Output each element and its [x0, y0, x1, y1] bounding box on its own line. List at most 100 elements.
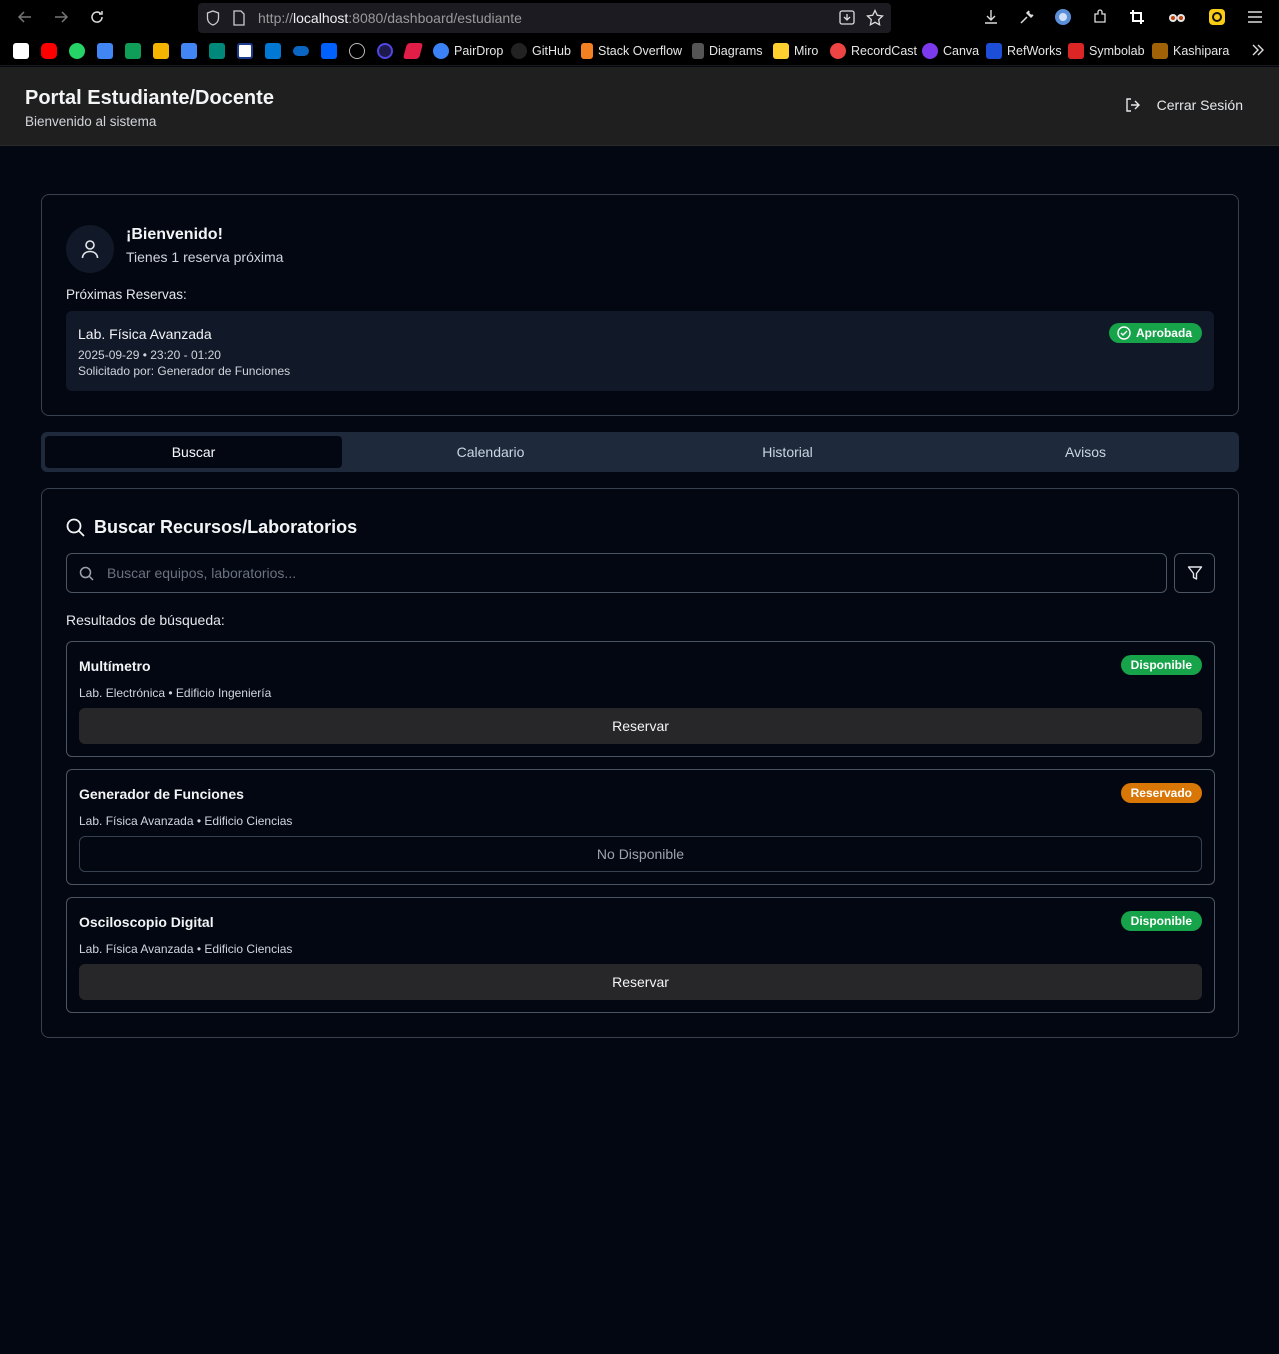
- result-item: Multímetro Lab. Electrónica • Edificio I…: [66, 641, 1215, 757]
- bookmark-miro[interactable]: Miro: [773, 43, 818, 59]
- search-input-icon: [79, 566, 94, 581]
- sheets-icon[interactable]: [125, 43, 141, 59]
- tab-bar: Buscar Calendario Historial Avisos: [41, 432, 1239, 472]
- app-header: Portal Estudiante/Docente Bienvenido al …: [0, 67, 1279, 146]
- filter-button[interactable]: [1174, 553, 1215, 593]
- reservation-item: Lab. Física Avanzada 2025-09-29 • 23:20 …: [66, 311, 1214, 391]
- tab-calendario[interactable]: Calendario: [342, 436, 639, 468]
- tab-buscar[interactable]: Buscar: [45, 436, 342, 468]
- reserve-button[interactable]: Reservar: [79, 964, 1202, 1000]
- result-location: Lab. Física Avanzada • Edificio Ciencias: [79, 942, 293, 956]
- recordcast-icon: [830, 43, 846, 59]
- search-card: Buscar Recursos/Laboratorios Resultados …: [41, 488, 1239, 1038]
- tab-avisos[interactable]: Avisos: [937, 436, 1234, 468]
- search-title-label: Buscar Recursos/Laboratorios: [94, 517, 358, 537]
- address-bar[interactable]: http://localhost:8080/dashboard/estudian…: [198, 3, 891, 33]
- bookmarks-bar: PairDrop GitHub Stack Overflow Diagrams …: [0, 36, 1279, 66]
- result-item: Generador de Funciones Lab. Física Avanz…: [66, 769, 1215, 885]
- logout-label: Cerrar Sesión: [1156, 97, 1243, 113]
- welcome-subtitle: Tienes 1 reserva próxima: [126, 249, 284, 265]
- meet-icon[interactable]: [209, 43, 225, 59]
- bookmark-star-icon[interactable]: [866, 8, 884, 32]
- app-title: Portal Estudiante/Docente: [25, 87, 274, 109]
- canva-icon: [922, 43, 938, 59]
- result-item: Osciloscopio Digital Lab. Física Avanzad…: [66, 897, 1215, 1013]
- refworks-icon: [986, 43, 1002, 59]
- bookmark-diagrams[interactable]: Diagrams: [692, 43, 763, 59]
- user-icon: [81, 240, 99, 259]
- outlook-icon[interactable]: [265, 43, 281, 59]
- page-icon: [233, 10, 245, 31]
- url-text: http://localhost:8080/dashboard/estudian…: [258, 10, 522, 26]
- logout-button[interactable]: Cerrar Sesión: [1125, 97, 1243, 113]
- diagrams-icon: [692, 43, 704, 59]
- youtube-icon[interactable]: [41, 43, 57, 59]
- status-badge-label: Aprobada: [1135, 326, 1192, 340]
- kashipara-icon: [1152, 43, 1168, 59]
- bookmark-stackoverflow[interactable]: Stack Overflow: [581, 43, 682, 59]
- symbolab-icon: [1068, 43, 1084, 59]
- reload-icon[interactable]: [87, 7, 107, 27]
- downloads-icon[interactable]: [981, 7, 1001, 27]
- status-badge: Disponible: [1120, 655, 1202, 675]
- bookmark-canva[interactable]: Canva: [922, 43, 979, 59]
- result-name: Osciloscopio Digital: [79, 914, 214, 930]
- translate-icon[interactable]: [181, 43, 197, 59]
- search-icon: [66, 518, 85, 537]
- onedrive-icon[interactable]: [293, 46, 309, 56]
- dropbox-icon[interactable]: [321, 43, 337, 59]
- tab-historial[interactable]: Historial: [639, 436, 936, 468]
- docs-icon[interactable]: [97, 43, 113, 59]
- td-icon[interactable]: [237, 43, 253, 59]
- crop-icon[interactable]: [1127, 7, 1147, 27]
- reservation-name: Lab. Física Avanzada: [78, 326, 212, 342]
- result-location: Lab. Electrónica • Edificio Ingeniería: [79, 686, 272, 700]
- status-badge: Disponible: [1120, 911, 1202, 931]
- red-app-icon[interactable]: [402, 43, 424, 59]
- browser-toolbar: http://localhost:8080/dashboard/estudian…: [0, 0, 1279, 36]
- app-subtitle: Bienvenido al sistema: [25, 114, 157, 129]
- upcoming-label: Próximas Reservas:: [66, 287, 187, 302]
- stackoverflow-icon: [581, 43, 593, 59]
- logout-icon: [1125, 98, 1140, 112]
- whatsapp-icon[interactable]: [69, 43, 85, 59]
- more-bookmarks-icon[interactable]: [1251, 43, 1265, 62]
- check-circle-icon: [1117, 326, 1131, 340]
- avatar: [66, 225, 114, 273]
- github-icon: [511, 43, 527, 59]
- extension-yellow-icon[interactable]: [1207, 7, 1227, 27]
- bookmark-refworks[interactable]: RefWorks: [986, 43, 1062, 59]
- status-badge: Aprobada: [1108, 323, 1202, 343]
- menu-icon[interactable]: [1245, 7, 1265, 27]
- github-cat-icon[interactable]: [349, 43, 365, 59]
- bookmark-pairdrop[interactable]: PairDrop: [433, 43, 503, 59]
- filter-icon: [1187, 566, 1202, 580]
- welcome-title: ¡Bienvenido!: [126, 226, 223, 243]
- unavailable-button[interactable]: No Disponible: [79, 836, 1202, 872]
- bookmark-recordcast[interactable]: RecordCast: [830, 43, 917, 59]
- gmail-icon[interactable]: [13, 43, 29, 59]
- welcome-card: ¡Bienvenido! Tienes 1 reserva próxima Pr…: [41, 194, 1239, 416]
- extensions-icon[interactable]: [1090, 7, 1110, 27]
- circle-app-icon[interactable]: [377, 43, 393, 59]
- bookmark-kashipara[interactable]: Kashipara: [1152, 43, 1229, 59]
- bookmark-github[interactable]: GitHub: [511, 43, 571, 59]
- search-field[interactable]: [66, 553, 1167, 593]
- search-input[interactable]: [107, 554, 1157, 592]
- search-title: Buscar Recursos/Laboratorios: [66, 517, 357, 538]
- forward-icon[interactable]: [51, 7, 71, 27]
- wrench-icon[interactable]: [1017, 7, 1037, 27]
- save-page-icon[interactable]: [838, 9, 856, 32]
- extension-glasses-icon[interactable]: [1167, 7, 1187, 27]
- result-name: Multímetro: [79, 658, 151, 674]
- results-label: Resultados de búsqueda:: [66, 612, 225, 628]
- shield-icon[interactable]: [206, 10, 220, 31]
- bookmark-symbolab[interactable]: Symbolab: [1068, 43, 1145, 59]
- status-badge: Reservado: [1120, 783, 1202, 803]
- result-location: Lab. Física Avanzada • Edificio Ciencias: [79, 814, 293, 828]
- pairdrop-icon: [433, 43, 449, 59]
- slides-icon[interactable]: [153, 43, 169, 59]
- reserve-button[interactable]: Reservar: [79, 708, 1202, 744]
- extension-globe-icon[interactable]: [1053, 7, 1073, 27]
- back-icon[interactable]: [15, 7, 35, 27]
